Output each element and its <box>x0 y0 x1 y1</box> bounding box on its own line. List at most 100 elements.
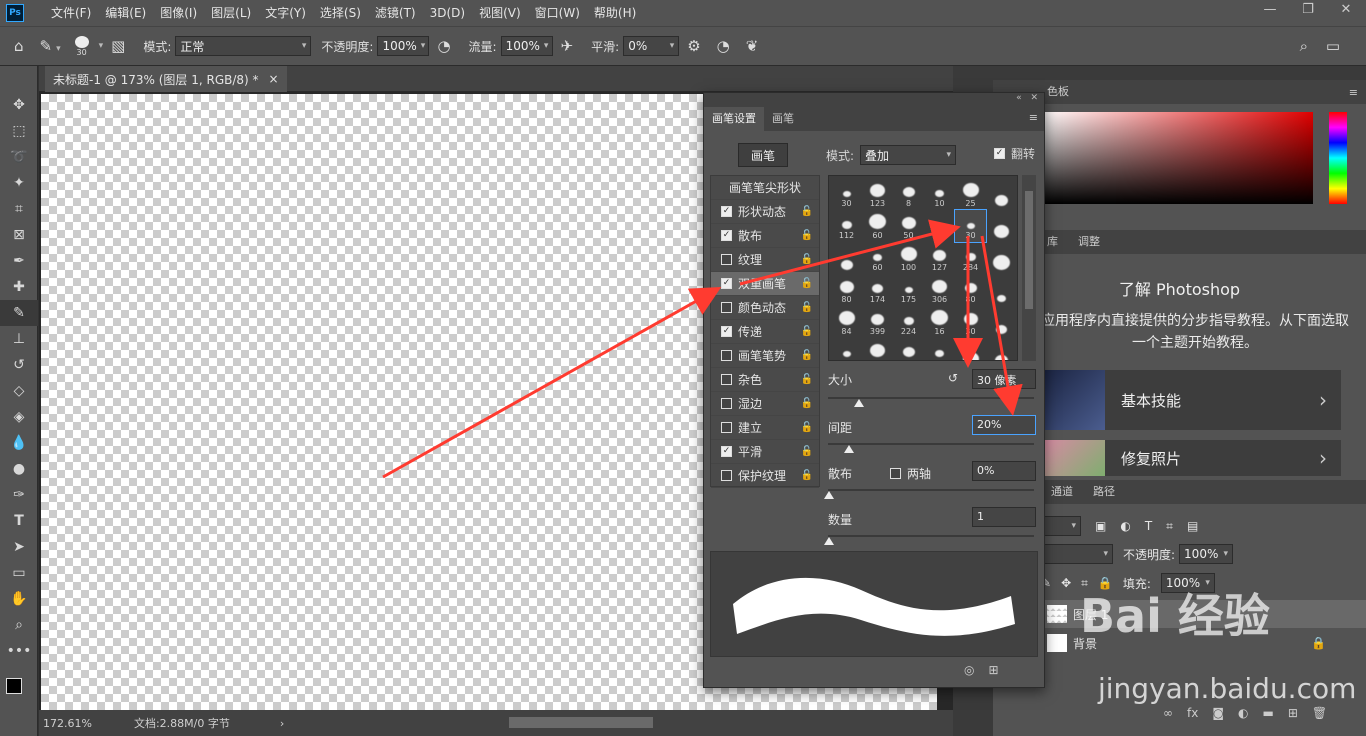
smart-object-filter-icon[interactable]: ▤ <box>1187 519 1198 533</box>
brush-tip-cell[interactable]: 80 <box>955 274 986 306</box>
reset-size-icon[interactable]: ↺ <box>948 371 958 385</box>
lock-icon[interactable]: 🔓 <box>801 398 813 409</box>
close-button[interactable]: ✕ <box>1332 2 1360 17</box>
brush-tool-icon[interactable]: ✎ <box>0 300 38 326</box>
type-filter-icon[interactable]: T <box>1145 519 1152 533</box>
move-tool-icon[interactable]: ✥ <box>0 92 38 118</box>
rectangle-tool-icon[interactable]: ▭ <box>0 560 38 586</box>
brush-tip-cell[interactable]: 175 <box>893 274 924 306</box>
brush-option-row[interactable]: ✓ 平滑 🔓 <box>711 440 819 464</box>
zoom-tool-icon[interactable]: ⌕ <box>0 612 38 638</box>
pen-tool-icon[interactable]: ✑ <box>0 482 38 508</box>
magic-wand-tool-icon[interactable]: ✦ <box>0 170 38 196</box>
eraser-tool-icon[interactable]: ◇ <box>0 378 38 404</box>
brush-tip-cell[interactable]: 127 <box>924 242 955 274</box>
brush-tip-cell[interactable] <box>831 242 862 274</box>
eyedropper-tool-icon[interactable]: ✒ <box>0 248 38 274</box>
document-tab[interactable]: 未标题-1 @ 173% (图层 1, RGB/8) * × <box>45 66 287 92</box>
layer-opacity-input[interactable]: 100% ▾ <box>1179 544 1234 564</box>
brush-tip-cell[interactable] <box>955 338 986 360</box>
brush-tip-cell[interactable]: 60 <box>862 242 893 274</box>
brush-tip-cell[interactable]: 120 <box>862 338 893 360</box>
menu-item[interactable]: 选择(S) <box>313 0 368 26</box>
brush-tip-cell[interactable] <box>986 178 1017 210</box>
brush-option-row[interactable]: ✓ 双重画笔 🔓 <box>711 272 819 296</box>
option-checkbox[interactable] <box>721 254 732 265</box>
trash-icon[interactable]: 🗑 <box>1312 706 1327 720</box>
lock-icon[interactable]: 🔓 <box>801 374 813 385</box>
learn-card-repair[interactable]: 修复照片 › <box>1041 440 1341 476</box>
option-checkbox[interactable] <box>721 398 732 409</box>
brush-option-row[interactable]: ✓ 散布 🔓 <box>711 224 819 248</box>
chevron-down-icon[interactable]: ▾ <box>99 41 104 51</box>
tab-adjustments[interactable]: 调整 <box>1068 230 1110 254</box>
opacity-input[interactable]: 100% ▾ <box>377 36 430 56</box>
panel-menu-icon[interactable]: ≡ <box>1029 111 1038 124</box>
lock-icon[interactable]: 🔓 <box>801 470 813 481</box>
horizontal-scrollbar[interactable] <box>509 717 653 728</box>
link-layers-icon[interactable]: ∞ <box>1163 706 1173 720</box>
brush-tip-cell[interactable] <box>986 338 1017 360</box>
brush-tip-cell[interactable]: 112 <box>831 210 862 242</box>
count-slider-track[interactable] <box>828 535 1034 537</box>
dual-brush-mode-select[interactable]: 叠加 ▾ <box>860 145 957 165</box>
minimize-button[interactable]: — <box>1256 2 1284 17</box>
mask-icon[interactable]: ◙ <box>1212 706 1224 720</box>
brush-tip-cell[interactable]: 174 <box>862 274 893 306</box>
brush-tip-cell[interactable]: 16 <box>924 306 955 338</box>
layer-kind-select[interactable]: ▾ <box>1041 516 1081 536</box>
lock-icon[interactable]: 🔓 <box>801 350 813 361</box>
brush-tip-cell[interactable]: 10 <box>924 178 955 210</box>
flip-checkbox[interactable]: ✓ <box>994 148 1005 159</box>
brush-grid-scrollbar[interactable] <box>1022 175 1036 361</box>
tab-channels[interactable]: 通道 <box>1041 480 1083 504</box>
blur-tool-icon[interactable]: 💧 <box>0 430 38 456</box>
brush-tip-cell[interactable]: 30 <box>954 209 987 243</box>
tab-brushes[interactable]: 画笔 <box>764 107 802 131</box>
brush-tip-cell[interactable]: 8 <box>893 178 924 210</box>
history-brush-tool-icon[interactable]: ↺ <box>0 352 38 378</box>
both-axes-checkbox[interactable] <box>890 468 901 479</box>
scatter-slider-track[interactable] <box>828 489 1034 491</box>
brush-tool-icon[interactable]: ✎ ▾ <box>40 37 61 55</box>
brush-tip-cell[interactable]: 123 <box>862 178 893 210</box>
brush-option-row[interactable]: 纹理 🔓 <box>711 248 819 272</box>
workspace-icon[interactable]: ▭ <box>1326 37 1340 55</box>
tab-paths[interactable]: 路径 <box>1083 480 1125 504</box>
panel-menu-icon[interactable]: ≡ <box>1349 86 1358 99</box>
brush-tip-cell[interactable] <box>986 306 1017 338</box>
lasso-tool-icon[interactable]: ➰ <box>0 144 38 170</box>
menu-item[interactable]: 图层(L) <box>204 0 258 26</box>
brush-option-row[interactable]: 湿边 🔓 <box>711 392 819 416</box>
brush-tip-cell[interactable]: 224 <box>893 306 924 338</box>
foreground-color[interactable] <box>6 678 22 694</box>
restore-button[interactable]: ❐ <box>1294 2 1322 17</box>
menu-item[interactable]: 图像(I) <box>153 0 204 26</box>
menu-item[interactable]: 文字(Y) <box>258 0 313 26</box>
spacing-slider-track[interactable] <box>828 443 1034 445</box>
menu-item[interactable]: 窗口(W) <box>528 0 587 26</box>
lock-icon[interactable]: 🔓 <box>801 302 813 313</box>
brush-tip-cell[interactable]: 25 <box>831 338 862 360</box>
crop-tool-icon[interactable]: ⌗ <box>0 196 38 222</box>
healing-brush-tool-icon[interactable]: ✚ <box>0 274 38 300</box>
option-checkbox[interactable] <box>721 470 732 481</box>
lock-icon[interactable]: 🔓 <box>801 422 813 433</box>
spacing-slider-knob[interactable] <box>844 445 854 453</box>
count-slider-knob[interactable] <box>824 537 834 545</box>
brush-tip-cell[interactable]: 30 <box>831 178 862 210</box>
brush-tip-cell[interactable]: 100 <box>893 242 924 274</box>
brush-tip-cell[interactable]: 84 <box>831 306 862 338</box>
brush-option-row[interactable]: 画笔笔势 🔓 <box>711 344 819 368</box>
symmetry-icon[interactable]: ❦ <box>746 37 759 55</box>
blend-mode-select[interactable]: ▾ <box>1041 544 1113 564</box>
adjustment-layer-icon[interactable]: ◐ <box>1238 706 1248 720</box>
group-icon[interactable]: ▬ <box>1262 706 1273 720</box>
brush-option-row[interactable]: 画笔笔尖形状 <box>711 176 819 200</box>
brush-tip-cell[interactable]: 30 <box>955 306 986 338</box>
flow-input[interactable]: 100% ▾ <box>500 36 553 56</box>
stamp-tool-icon[interactable]: ⊥ <box>0 326 38 352</box>
dodge-tool-icon[interactable]: ● <box>0 456 38 482</box>
brush-preset-picker[interactable]: 30 <box>74 35 89 57</box>
brush-tip-cell[interactable] <box>924 210 955 242</box>
